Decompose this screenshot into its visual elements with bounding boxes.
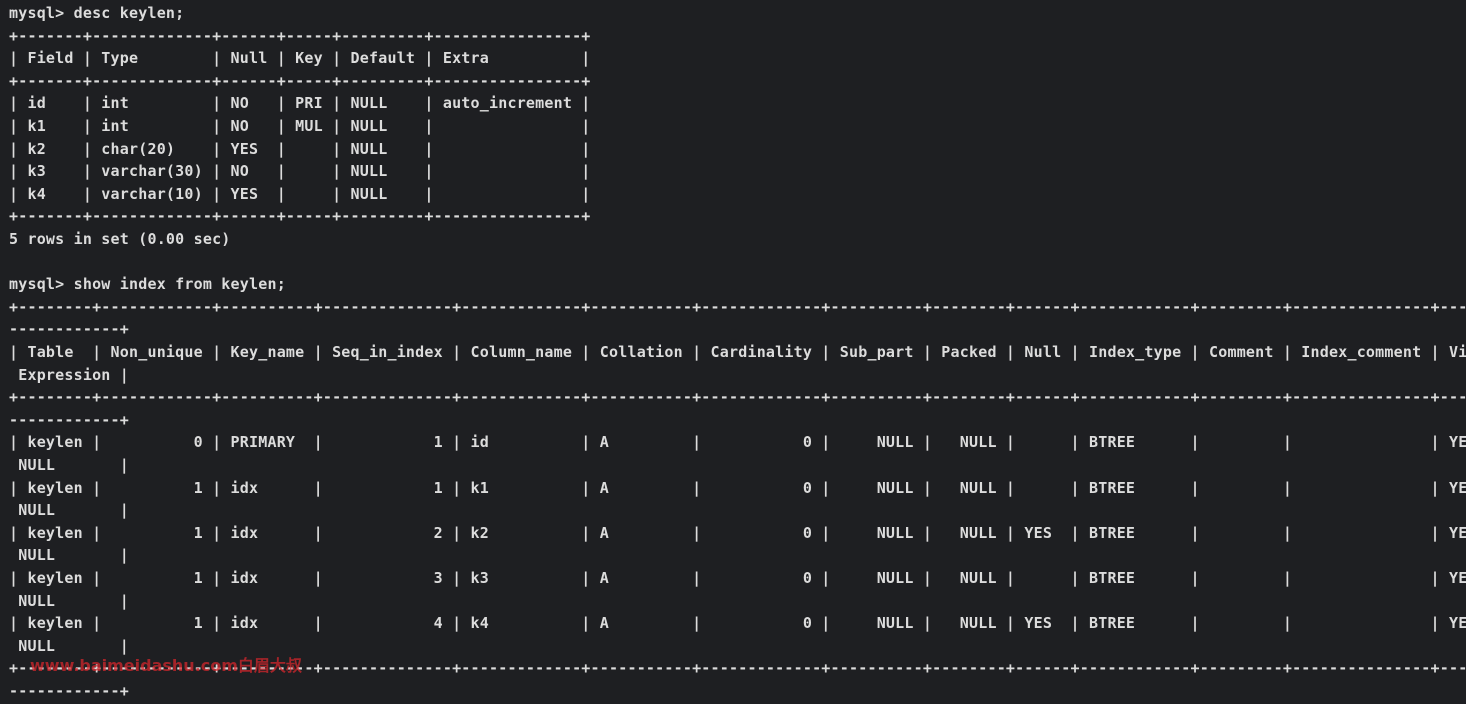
table-row: | keylen | 1 | idx | 4 | k4 | A | 0 | NU… (9, 614, 1466, 633)
table-row-wrap: NULL | (9, 636, 129, 655)
table-row-wrap: NULL | (9, 546, 129, 565)
table-row-wrap: NULL | (9, 501, 129, 520)
table-row: | keylen | 1 | idx | 1 | k1 | A | 0 | NU… (9, 478, 1466, 497)
table-row: | k2 | char(20) | YES | | NULL | | (9, 139, 591, 158)
table-border-line: +--------+------------+----------+------… (9, 659, 1466, 678)
table-row: | k1 | int | NO | MUL | NULL | | (9, 117, 591, 135)
table-row: | k4 | varchar(10) | YES | | NULL | | (9, 184, 591, 203)
table-row: | k3 | varchar(30) | NO | | NULL | | (9, 162, 591, 181)
table-border-line: +--------+------------+----------+------… (9, 297, 1466, 316)
terminal-output: mysql> desc keylen; +-------+-----------… (0, 0, 1466, 704)
command-prompt-line: mysql> desc keylen; (9, 4, 185, 22)
table-row-wrap: NULL | (9, 591, 129, 610)
table-header-line: | Table | Non_unique | Key_name | Seq_in… (9, 343, 1466, 361)
table-border-line: +-------+-------------+------+-----+----… (9, 71, 591, 90)
table-border-wrap-line: ------------+ (9, 682, 129, 700)
table-border-line: +--------+------------+----------+------… (9, 388, 1466, 407)
table-row: | keylen | 1 | idx | 3 | k3 | A | 0 | NU… (9, 569, 1466, 587)
table-header-wrap-line: Expression | (9, 365, 129, 384)
table-row-wrap: NULL | (9, 456, 129, 474)
table-row: | keylen | 1 | idx | 2 | k2 | A | 0 | NU… (9, 523, 1466, 542)
table-border-wrap-line: ------------+ (9, 320, 129, 339)
command-prompt-line: mysql> show index from keylen; (9, 275, 286, 294)
result-summary-line: 5 rows in set (0.00 sec) (9, 230, 231, 248)
table-border-line: +-------+-------------+------+-----+----… (9, 207, 591, 226)
table-row: | keylen | 0 | PRIMARY | 1 | id | A | 0 … (9, 433, 1466, 452)
table-header-line: | Field | Type | Null | Key | Default | … (9, 49, 591, 68)
table-border-wrap-line: ------------+ (9, 410, 129, 429)
table-row: | id | int | NO | PRI | NULL | auto_incr… (9, 94, 591, 113)
table-border-line: +-------+-------------+------+-----+----… (9, 26, 591, 45)
